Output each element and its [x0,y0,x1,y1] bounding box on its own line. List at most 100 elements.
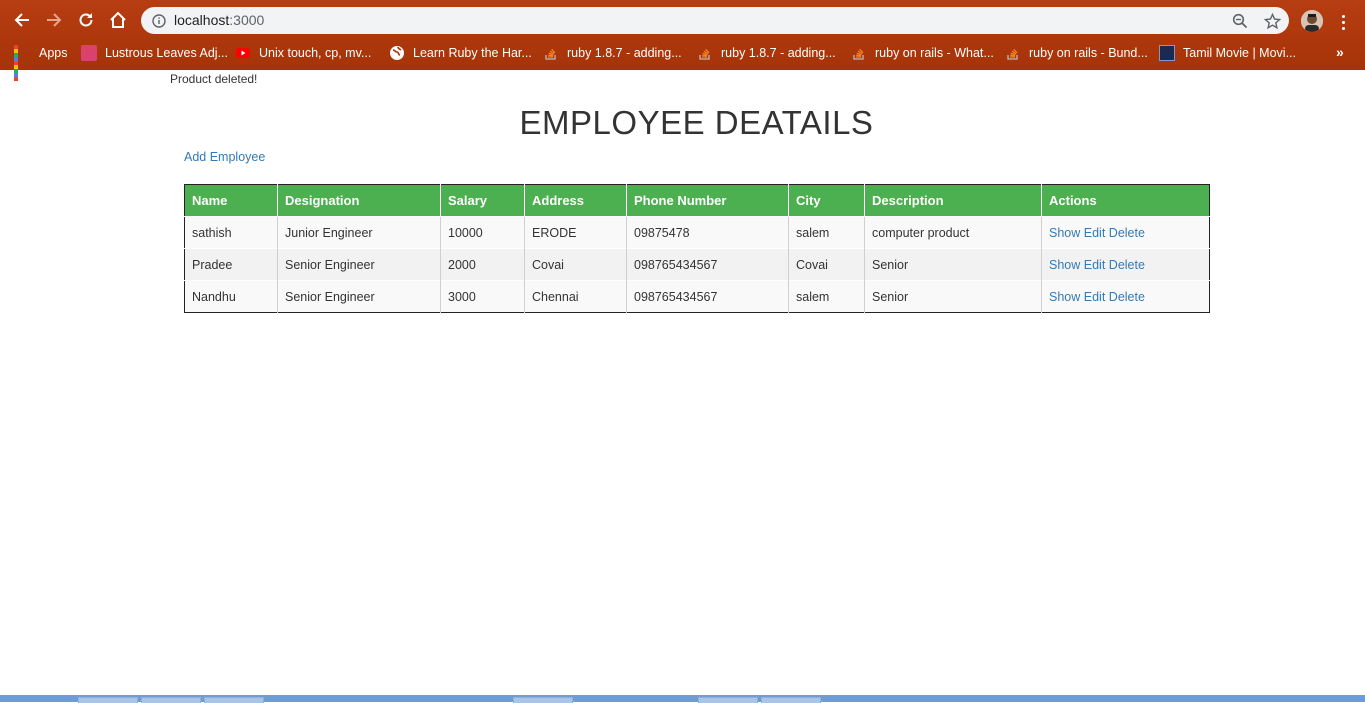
bookmark-favicon [81,45,97,61]
taskbar-item[interactable] [141,697,201,703]
avatar-icon [1301,10,1323,32]
bookmark-label: Learn Ruby the Har... [413,46,532,60]
cell-designation: Senior Engineer [277,280,441,313]
table-row: sathish Junior Engineer 10000 ERODE 0987… [184,216,1210,249]
cell-phone: 09875478 [626,216,789,249]
edit-link[interactable]: Edit [1084,258,1106,272]
zoom-icon[interactable] [1231,12,1249,30]
cell-actions: Show Edit Delete [1041,248,1210,281]
cell-address: Covai [524,248,627,281]
bookmark-rails-bund[interactable]: ruby on rails - Bund... [1005,44,1148,62]
table-row: Nandhu Senior Engineer 3000 Chennai 0987… [184,280,1210,313]
edit-link[interactable]: Edit [1084,226,1106,240]
stackoverflow-icon [851,45,867,61]
cell-description: Senior [864,280,1042,313]
cell-phone: 098765434567 [626,248,789,281]
bookmark-tamil-movie[interactable]: Tamil Movie | Movi... [1159,44,1296,62]
cell-city: Covai [788,248,865,281]
bookmark-label: ruby 1.8.7 - adding... [721,46,836,60]
globe-icon [389,45,405,61]
edit-link[interactable]: Edit [1084,290,1106,304]
bookmark-label: ruby on rails - What... [875,46,994,60]
bookmark-lustrous-leaves[interactable]: Lustrous Leaves Adj... [81,44,228,62]
profile-avatar[interactable] [1301,10,1323,32]
bookmark-label: Apps [39,46,68,60]
cell-actions: Show Edit Delete [1041,216,1210,249]
home-button[interactable] [105,7,131,33]
table-row: Pradee Senior Engineer 2000 Covai 098765… [184,248,1210,281]
bookmark-label: Tamil Movie | Movi... [1183,46,1296,60]
back-arrow-icon [14,13,29,27]
cell-address: Chennai [524,280,627,313]
stackoverflow-icon [697,45,713,61]
delete-link[interactable]: Delete [1109,258,1145,272]
cell-city: salem [788,216,865,249]
column-header-name: Name [184,184,278,217]
column-header-address: Address [524,184,627,217]
cell-city: salem [788,280,865,313]
column-header-phone-number: Phone Number [626,184,789,217]
cell-address: ERODE [524,216,627,249]
bookmark-favicon [1159,45,1175,61]
cell-salary: 2000 [440,248,525,281]
page-title: EMPLOYEE DEATAILS [519,104,874,141]
bookmark-label: Lustrous Leaves Adj... [105,46,228,60]
youtube-icon [235,45,251,61]
forward-button[interactable] [41,7,67,33]
site-info-icon[interactable] [150,12,167,29]
employee-table: Name Designation Salary Address Phone Nu… [184,184,1210,313]
browser-chrome: localhost:3000 Apps Lustrous Leaves Adj.… [0,0,1365,81]
cell-name: Pradee [184,248,278,281]
stackoverflow-icon [1005,45,1021,61]
url-text: localhost:3000 [174,12,264,29]
reload-icon [79,13,93,27]
taskbar-item[interactable] [204,697,264,703]
table-header-row: Name Designation Salary Address Phone Nu… [184,184,1210,217]
flash-message: Product deleted! [170,72,258,86]
bookmark-learn-ruby[interactable]: Learn Ruby the Har... [389,44,532,62]
cell-name: Nandhu [184,280,278,313]
column-header-salary: Salary [440,184,525,217]
taskbar-item[interactable] [698,697,758,703]
bookmark-ruby-187-a[interactable]: ruby 1.8.7 - adding... [543,44,682,62]
add-employee-link[interactable]: Add Employee [184,150,265,164]
cell-designation: Junior Engineer [277,216,441,249]
bookmarks-overflow-icon[interactable]: » [1336,44,1344,60]
cell-name: sathish [184,216,278,249]
back-button[interactable] [9,7,35,33]
address-bar[interactable]: localhost:3000 [141,7,1289,34]
show-link[interactable]: Show [1049,290,1080,304]
taskbar-item[interactable] [78,697,138,703]
bookmark-rails-what[interactable]: ruby on rails - What... [851,44,994,62]
stackoverflow-icon [543,45,559,61]
apps-grid-icon [14,45,30,81]
taskbar-item[interactable] [513,697,573,703]
url-port: :3000 [229,12,265,28]
show-link[interactable]: Show [1049,258,1080,272]
os-taskbar [0,695,1365,703]
taskbar-item[interactable] [761,697,821,703]
cell-description: Senior [864,248,1042,281]
url-host: localhost [174,12,230,28]
bookmark-star-icon[interactable] [1263,12,1281,30]
column-header-city: City [788,184,865,217]
cell-phone: 098765434567 [626,280,789,313]
browser-toolbar: localhost:3000 [0,3,1365,37]
bookmark-label: Unix touch, cp, mv... [259,46,372,60]
cell-actions: Show Edit Delete [1041,280,1210,313]
cell-salary: 3000 [440,280,525,313]
browser-menu-icon[interactable] [1336,11,1350,33]
show-link[interactable]: Show [1049,226,1080,240]
bookmark-label: ruby on rails - Bund... [1029,46,1148,60]
bookmark-unix-touch[interactable]: Unix touch, cp, mv... [235,44,371,62]
forward-arrow-icon [47,13,62,27]
column-header-actions: Actions [1041,184,1210,217]
reload-button[interactable] [73,7,99,33]
cell-description: computer product [864,216,1042,249]
column-header-designation: Designation [277,184,441,217]
bookmark-ruby-187-b[interactable]: ruby 1.8.7 - adding... [697,44,836,62]
delete-link[interactable]: Delete [1109,290,1145,304]
bookmark-apps[interactable]: Apps [14,44,68,81]
delete-link[interactable]: Delete [1109,226,1145,240]
cell-designation: Senior Engineer [277,248,441,281]
